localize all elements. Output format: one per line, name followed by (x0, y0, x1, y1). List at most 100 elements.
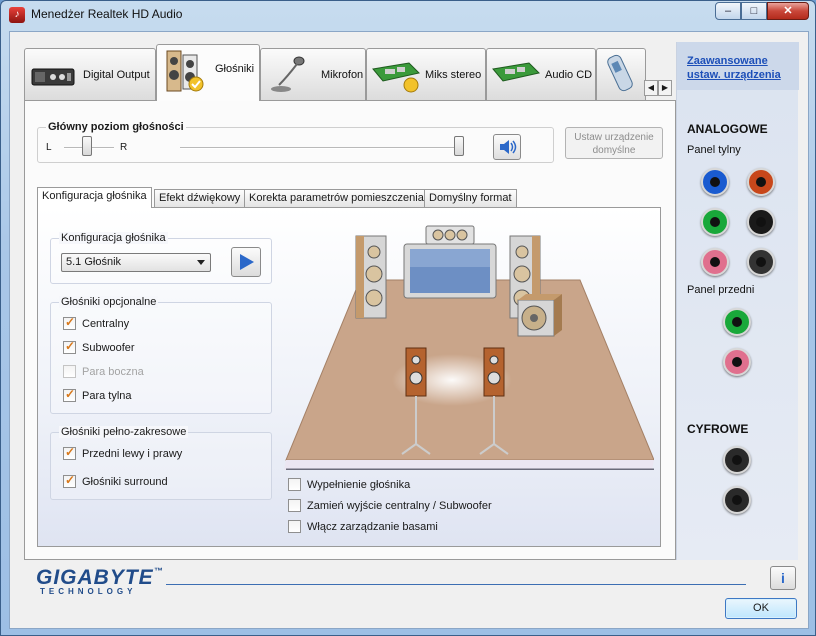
tab-speakers[interactable]: Głośniki (156, 44, 260, 101)
advanced-settings-link[interactable]: Zaawansowane ustaw. urządzenia (687, 54, 797, 82)
volume-track (180, 147, 464, 149)
set-default-device-button[interactable]: Ustaw urządzenie domyślne (565, 127, 663, 159)
client-area: Digital Output Głośniki Mikrofon Miks st… (9, 31, 809, 629)
side-pair-checkbox: Para boczna (63, 365, 144, 378)
rear-jack-green[interactable] (701, 208, 729, 236)
tab-scroll-left-button[interactable]: ◀ (644, 80, 658, 96)
main-volume-label: Główny poziom głośności (46, 121, 186, 133)
digital-title: CYFROWE (687, 422, 749, 436)
app-speaker-icon: ♪ (9, 7, 25, 23)
optional-speakers-group: Głośniki opcjonalne Centralny Subwoofer … (50, 296, 272, 414)
center-checkbox[interactable]: Centralny (63, 315, 130, 330)
close-button[interactable]: ✕ (767, 2, 809, 20)
checkbox-label: Włącz zarządzanie basami (307, 520, 438, 533)
rear-panel-label: Panel tylny (687, 144, 741, 156)
surround-checkbox[interactable]: Głośniki surround (63, 473, 168, 488)
tab-stereo-mix[interactable]: Miks stereo (366, 48, 486, 100)
tab-label: Audio CD (545, 69, 593, 81)
bass-management-checkbox[interactable]: Włącz zarządzanie basami (288, 520, 438, 533)
tab-label: Głośniki (215, 63, 255, 75)
checkbox-label: Wypełnienie głośnika (307, 478, 411, 491)
mute-button[interactable] (493, 134, 521, 160)
speaker-fill-checkbox[interactable]: Wypełnienie głośnika (288, 478, 410, 491)
speakers-panel: Główny poziom głośności L R Ustaw urządz… (24, 100, 676, 560)
tab-scroll-right-button[interactable]: ▶ (658, 80, 672, 96)
speaker-config-value: 5.1 Głośnik (66, 256, 122, 268)
ok-button[interactable]: OK (725, 598, 797, 619)
tab-scroll-buttons: ◀ ▶ (644, 80, 672, 96)
minimize-button[interactable]: – (715, 2, 741, 20)
fullrange-speakers-label: Głośniki pełno-zakresowe (59, 426, 189, 438)
front-jack-green[interactable] (723, 308, 751, 336)
speaker-config-group-label: Konfiguracja głośnika (59, 232, 168, 244)
checkbox-box (288, 478, 301, 491)
analog-title: ANALOGOWE (687, 122, 768, 136)
speaker-volume-icon (500, 140, 517, 154)
tab-label: Miks stereo (425, 69, 482, 81)
portable-device-icon (607, 54, 633, 92)
checkbox-box (63, 365, 76, 378)
front-lr-checkbox[interactable]: Przedni lewy i prawy (63, 445, 183, 460)
checkbox-label: Zamień wyjście centralny / Subwoofer (307, 499, 492, 512)
title-bar[interactable]: ♪ Menedżer Realtek HD Audio – □ ✕ (1, 1, 815, 29)
logo-trademark: ™ (153, 566, 164, 576)
digital-jack-2[interactable] (723, 486, 751, 514)
balance-slider[interactable] (82, 136, 92, 156)
checkbox-box (288, 499, 301, 512)
tab-portable-device[interactable] (596, 48, 646, 100)
main-volume-group: Główny poziom głośności L R (37, 121, 554, 163)
checkbox-box (63, 445, 76, 460)
speaker-room-illustration (284, 225, 654, 470)
rear-pair-checkbox[interactable]: Para tylna (63, 387, 132, 402)
front-jack-pink[interactable] (723, 348, 751, 376)
connector-panel: Zaawansowane ustaw. urządzenia ANALOGOWE… (676, 42, 799, 560)
swap-center-sub-checkbox[interactable]: Zamień wyjście centralny / Subwoofer (288, 499, 492, 512)
subtab-room-correction[interactable]: Korekta parametrów pomieszczenia (244, 189, 429, 207)
sound-card-icon (492, 62, 540, 82)
checkbox-label: Centralny (82, 317, 130, 330)
center-speaker-icon (425, 225, 475, 245)
play-test-button[interactable] (231, 247, 261, 277)
tab-audio-cd[interactable]: Audio CD (486, 48, 596, 100)
subwoofer-icon (517, 294, 562, 337)
tab-microphone[interactable]: Mikrofon (260, 48, 366, 100)
tab-label: Digital Output (83, 69, 150, 81)
balance-left-label: L (46, 142, 52, 153)
info-button[interactable]: i (770, 566, 796, 590)
subtab-speaker-config[interactable]: Konfiguracja głośnika (37, 187, 152, 208)
logo-text: GIGABYTE (36, 566, 154, 589)
tv-icon (403, 243, 497, 299)
digital-output-device-icon (31, 68, 75, 86)
rear-jack-gray[interactable] (747, 248, 775, 276)
checkbox-box (63, 315, 76, 330)
volume-slider[interactable] (454, 136, 464, 156)
rear-jack-pink[interactable] (701, 248, 729, 276)
checkbox-box (63, 339, 76, 354)
rear-jack-black[interactable] (747, 208, 775, 236)
speaker-config-select[interactable]: 5.1 Głośnik (61, 253, 211, 272)
window-title: Menedżer Realtek HD Audio (31, 7, 183, 21)
optional-speakers-label: Głośniki opcjonalne (59, 296, 159, 308)
subwoofer-checkbox[interactable]: Subwoofer (63, 339, 135, 354)
balance-right-label: R (120, 142, 128, 153)
rear-jack-orange[interactable] (747, 168, 775, 196)
tab-digital-output[interactable]: Digital Output (24, 48, 156, 100)
subtab-default-format[interactable]: Domyślny format (424, 189, 517, 207)
rear-jack-blue[interactable] (701, 168, 729, 196)
checkbox-box (288, 520, 301, 533)
subtab-sound-effect[interactable]: Efekt dźwiękowy (154, 189, 246, 207)
digital-jack-1[interactable] (723, 446, 751, 474)
checkbox-box (63, 387, 76, 402)
window-controls: – □ ✕ (715, 2, 809, 20)
checkbox-label: Przedni lewy i prawy (82, 447, 183, 460)
checkbox-label: Głośniki surround (82, 475, 168, 488)
speakers-icon (166, 50, 204, 92)
microphone-icon (271, 56, 305, 92)
checkbox-label: Para tylna (82, 389, 132, 402)
chevron-down-icon (197, 260, 205, 265)
window: ♪ Menedżer Realtek HD Audio – □ ✕ Digita… (0, 0, 816, 636)
speaker-config-panel: Konfiguracja głośnika 5.1 Głośnik Głośni… (37, 207, 661, 547)
maximize-button[interactable]: □ (741, 2, 767, 20)
checkbox-box (63, 473, 76, 488)
tab-label: Mikrofon (321, 69, 364, 81)
